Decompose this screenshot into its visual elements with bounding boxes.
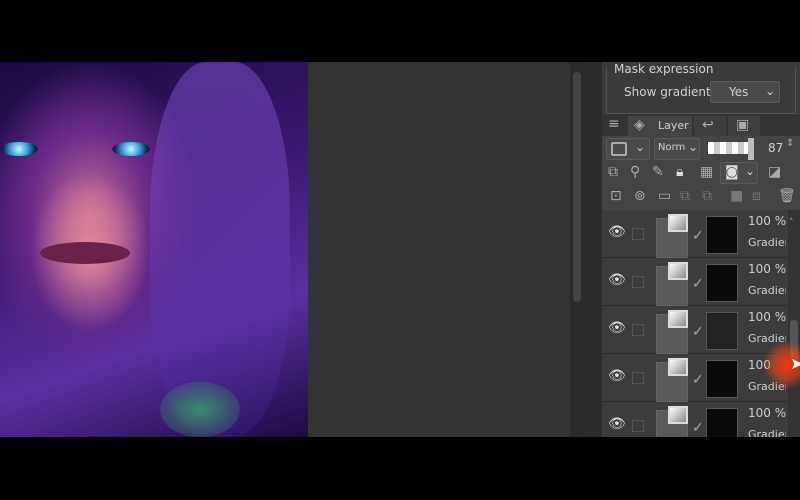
layer-mask-thumbnail: [706, 312, 738, 350]
layer-checkbox[interactable]: [632, 324, 644, 336]
mask-toggle[interactable]: ◙ ⌄: [720, 162, 758, 184]
show-gradients-label: Show gradients: [624, 85, 717, 99]
layer-name: Gradient: [748, 236, 786, 249]
stepper-icon[interactable]: ⇕: [786, 138, 794, 149]
right-panel: Mask expression Show gradients Yes ⌄ ≡ ◈…: [602, 62, 800, 437]
layer-row[interactable]: 👁︎ ✓ 100 % Gradient: [602, 210, 800, 258]
canvas-scrollbar-thumb[interactable]: [573, 72, 581, 302]
eye-icon[interactable]: 👁︎: [608, 272, 626, 288]
hair-shape: [150, 62, 290, 437]
mask-link-icon: ✓: [692, 420, 704, 436]
layer-name: Gradient: [748, 428, 786, 437]
lock-transparency-icon[interactable]: ▦: [700, 164, 713, 180]
layer-opacity: 100 %: [748, 214, 787, 228]
gradient-layer-icon: [668, 310, 688, 328]
new-raster-layer-icon[interactable]: ⊡: [610, 188, 622, 204]
layer-list: 👁︎ ✓ 100 % Gradient 👁︎ ✓ 100 % Gradient …: [602, 210, 800, 437]
new-folder-icon[interactable]: ▭: [658, 188, 671, 204]
layer-row[interactable]: 👁︎ ✓ 100 % Gradient: [602, 402, 800, 437]
eye-icon[interactable]: 👁︎: [608, 368, 626, 384]
panel-tab-bar: ≡ ◈ Layer ↩ ▣: [602, 114, 800, 136]
eye-icon[interactable]: 👁︎: [608, 320, 626, 336]
image-icon: ▣: [736, 117, 750, 133]
tab-layer-label: Layer: [658, 119, 689, 132]
canvas-background: [308, 62, 570, 437]
blend-mode-value: Normal: [658, 142, 686, 153]
opacity-slider[interactable]: [708, 142, 750, 154]
app-window: Mask expression Show gradients Yes ⌄ ≡ ◈…: [0, 62, 800, 437]
new-vector-layer-icon[interactable]: ⊚: [634, 188, 646, 204]
merge-icon[interactable]: ⧉: [702, 188, 712, 204]
layer-mask-thumbnail: [706, 360, 738, 398]
lock-icon[interactable]: 🔒︎: [676, 164, 683, 180]
color-select[interactable]: ⌄: [606, 138, 650, 160]
clip-icon[interactable]: ⧉: [608, 164, 618, 180]
mask-link-icon: ✓: [692, 324, 704, 340]
layer-mask-thumbnail: [706, 408, 738, 437]
chevron-down-icon: ⌄: [745, 164, 756, 178]
menu-icon[interactable]: ≡: [608, 116, 620, 132]
artwork-canvas[interactable]: [0, 62, 308, 437]
layer-opacity: 100 %: [748, 262, 787, 276]
eye-icon[interactable]: 👁︎: [608, 224, 626, 240]
reference-icon[interactable]: ⚲: [630, 164, 640, 180]
undo-icon: ↩: [702, 117, 714, 133]
scroll-up-icon[interactable]: ˄: [789, 218, 794, 228]
tab-layer[interactable]: ◈ Layer: [628, 116, 692, 136]
mask-icon: ◙: [725, 164, 739, 180]
chevron-down-icon: ⌄: [635, 140, 646, 154]
layer-checkbox[interactable]: [632, 276, 644, 288]
artwork-eye: [112, 142, 150, 156]
layer-checkbox[interactable]: [632, 372, 644, 384]
transfer-down-icon[interactable]: ⧉: [680, 188, 690, 204]
mask-link-icon: ✓: [692, 276, 704, 292]
show-gradients-value: Yes: [729, 85, 749, 99]
mask-create-icon[interactable]: ■: [730, 188, 743, 204]
mask-link-icon: ✓: [692, 228, 704, 244]
draft-icon[interactable]: ✎: [652, 164, 664, 180]
gradient-layer-icon: [668, 262, 688, 280]
chevron-down-icon: ⌄: [765, 84, 776, 98]
layer-mask-thumbnail: [706, 264, 738, 302]
layer-row[interactable]: 👁︎ ✓ 100 % Gradient: [602, 258, 800, 306]
layer-checkbox[interactable]: [632, 420, 644, 432]
layers-icon: ◈: [634, 117, 645, 133]
layer-opacity: 100 %: [748, 406, 787, 420]
opacity-slider-handle[interactable]: [748, 138, 754, 160]
layer-opacity: 100 %: [748, 310, 787, 324]
apply-mask-icon[interactable]: ⧈: [752, 188, 761, 204]
layer-toolbar: ⌄ Normal⌄ 87 ⇕ ⧉ ⚲ ✎ 🔒︎ ▦ ◙⌄ ◪ ⊡ ⊚ ▭ ⧉ ⧉…: [602, 136, 800, 210]
trash-icon[interactable]: 🗑︎: [778, 188, 796, 204]
tab-history[interactable]: ↩: [694, 116, 726, 136]
artwork-eye: [0, 142, 38, 156]
artwork-shoulder: [160, 382, 240, 437]
tab-navigator[interactable]: ▣: [728, 116, 760, 136]
layer-list-scrollbar[interactable]: ˄: [788, 210, 800, 437]
artwork-lips: [40, 242, 130, 264]
layer-checkbox[interactable]: [632, 228, 644, 240]
mask-link-icon: ✓: [692, 372, 704, 388]
show-gradients-select[interactable]: Yes ⌄: [710, 81, 780, 103]
mouse-cursor-icon: ➤: [790, 354, 800, 373]
ruler-icon[interactable]: ◪: [768, 164, 781, 180]
gradient-layer-icon: [668, 214, 688, 232]
blend-mode-select[interactable]: Normal⌄: [654, 138, 700, 160]
layer-name: Gradient: [748, 284, 786, 297]
chevron-down-icon: ⌄: [688, 140, 699, 154]
opacity-value[interactable]: 87: [768, 141, 783, 155]
gradient-layer-icon: [668, 406, 688, 424]
layer-mask-thumbnail: [706, 216, 738, 254]
gradient-layer-icon: [668, 358, 688, 376]
eye-icon[interactable]: 👁︎: [608, 416, 626, 432]
mask-expression-title: Mask expression: [614, 62, 714, 76]
